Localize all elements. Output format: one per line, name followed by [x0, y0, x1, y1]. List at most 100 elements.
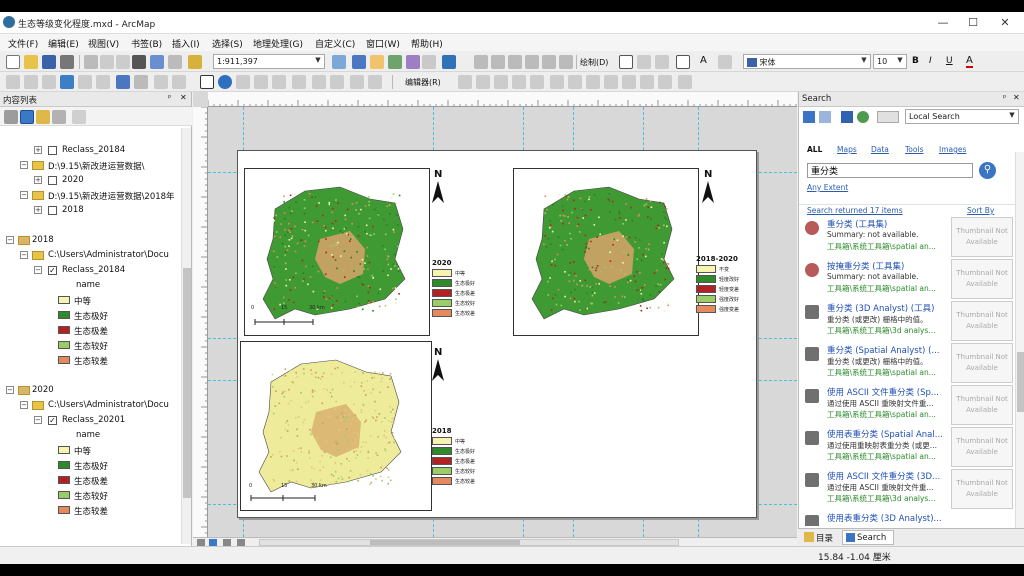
north-arrow-icon[interactable] — [430, 359, 446, 383]
legend-swatch[interactable] — [58, 446, 70, 454]
collapse-minus-icon[interactable]: − — [34, 416, 42, 424]
list-by-source-icon[interactable] — [20, 110, 34, 124]
measure-icon[interactable] — [254, 75, 268, 89]
zoom-whole-page-icon[interactable] — [525, 55, 539, 69]
legend-class-row[interactable]: 中等 — [0, 444, 180, 457]
legend-class-row[interactable]: 生态较差 — [0, 354, 180, 367]
search-result-item[interactable]: 使用 ASCII 文件重分类 (3D... 通过使用 ASCII 重映射文件重..… — [799, 468, 949, 510]
legend-swatch[interactable] — [58, 296, 70, 304]
menu-customize[interactable]: 自定义(C) — [315, 37, 355, 50]
result-title[interactable]: 重分类 (工具集) — [827, 218, 949, 230]
zoom-in-icon[interactable] — [6, 75, 20, 89]
layer-visibility-checkbox[interactable]: ✓ — [48, 266, 57, 275]
undo-icon[interactable] — [150, 55, 164, 69]
horizontal-scrollbar[interactable] — [259, 539, 679, 546]
chevron-down-icon[interactable]: ▼ — [313, 56, 323, 67]
toc-scroll-thumb[interactable] — [183, 268, 191, 498]
chevron-down-icon[interactable]: ▼ — [859, 56, 869, 67]
legend-class-row[interactable]: 生态极好 — [0, 309, 180, 322]
paste-icon[interactable] — [116, 55, 130, 69]
legend-class-row[interactable]: 中等 — [0, 294, 180, 307]
menu-selection[interactable]: 选择(S) — [212, 37, 243, 50]
select-elements-arrow-icon[interactable] — [200, 75, 214, 89]
toc-layer-row[interactable]: + 2018 — [0, 204, 180, 217]
time-slider-icon[interactable] — [312, 75, 326, 89]
legend-swatch[interactable] — [58, 491, 70, 499]
select-elements-icon[interactable] — [619, 55, 633, 69]
layout-page[interactable]: 0 15 30 km N 2020 中等 生态极好 生态极差 生态较好 生态较差 N — [237, 150, 757, 518]
text-tool[interactable]: A — [700, 55, 707, 66]
legend-swatch[interactable] — [58, 506, 70, 514]
toc-layer-row[interactable]: − ✓ Reclass_20201 — [0, 414, 180, 427]
result-title[interactable]: 使用 ASCII 文件重分类 (Sp... — [827, 386, 949, 398]
data-frame-change-map[interactable] — [513, 168, 699, 336]
menu-windows[interactable]: 窗口(W) — [366, 37, 400, 50]
search-input[interactable] — [807, 163, 973, 178]
rotate-edit-icon[interactable] — [622, 75, 636, 89]
sort-by-button[interactable]: Sort By — [967, 206, 994, 215]
result-title[interactable]: 使用 ASCII 文件重分类 (3D... — [827, 470, 949, 482]
search-result-item[interactable]: 使用表重分类 (3D Analyst)... — [799, 510, 949, 526]
toc-layer-row[interactable]: − ✓ Reclass_20184 — [0, 264, 180, 277]
create-features-icon[interactable] — [678, 75, 692, 89]
north-arrow-icon[interactable] — [700, 181, 716, 205]
menu-edit[interactable]: 编辑(E) — [48, 37, 79, 50]
close-button[interactable]: ✕ — [990, 14, 1020, 32]
menu-help[interactable]: 帮助(H) — [411, 37, 443, 50]
collapse-minus-icon[interactable]: − — [34, 266, 42, 274]
toc-folder-row[interactable]: − C:\Users\Administrator\Docu — [0, 249, 180, 262]
chevron-down-icon[interactable]: ▼ — [895, 56, 905, 67]
tab-maps[interactable]: Maps — [837, 145, 857, 154]
layout-view[interactable]: 0 15 30 km N 2020 中等 生态极好 生态极差 生态较好 生态较差 N — [193, 92, 797, 546]
legend-class-row[interactable]: 生态较好 — [0, 489, 180, 502]
tab-search-active[interactable]: Search — [842, 530, 894, 545]
full-extent-icon[interactable] — [60, 75, 74, 89]
add-data-icon[interactable] — [188, 55, 202, 69]
pin-icon[interactable]: ᵖ — [168, 93, 171, 102]
layer-visibility-checkbox[interactable] — [48, 206, 57, 215]
toc-folder-row[interactable]: − D:\9.15\新改进运营数据\2018年 — [0, 189, 180, 202]
sketch-properties-icon[interactable] — [658, 75, 672, 89]
list-by-selection-icon[interactable] — [52, 110, 66, 124]
horizontal-scroll-thumb[interactable] — [370, 540, 520, 545]
collapse-minus-icon[interactable]: − — [20, 251, 28, 259]
tab-images[interactable]: Images — [939, 145, 966, 154]
edit-vertices-icon[interactable] — [550, 75, 564, 89]
zoom-out-icon[interactable] — [24, 75, 38, 89]
legend-2020[interactable]: 2020 中等 生态极好 生态极差 生态较好 生态较差 — [432, 259, 492, 339]
underline-button[interactable]: U — [946, 56, 953, 66]
create-viewer-icon[interactable] — [330, 75, 344, 89]
toc-folder-row[interactable]: − C:\Users\Administrator\Docu — [0, 399, 180, 412]
result-title[interactable]: 重分类 (Spatial Analyst) (... — [827, 344, 949, 356]
italic-button[interactable]: I — [929, 56, 932, 66]
tab-data[interactable]: Data — [871, 145, 889, 154]
data-frame-2018-map[interactable]: 0 15 30 km — [240, 341, 432, 511]
legend-swatch[interactable] — [58, 356, 70, 364]
data-frame-2020[interactable]: − 2020 — [0, 384, 180, 397]
layout-pan-icon[interactable] — [508, 55, 522, 69]
maximize-button[interactable]: ☐ — [958, 14, 988, 32]
toc-folder-row[interactable]: − D:\9.15\新改进运营数据\ — [0, 159, 180, 172]
menu-file[interactable]: 文件(F) — [8, 37, 38, 50]
toc-window-icon[interactable] — [352, 55, 366, 69]
legend-class-row[interactable]: 生态较好 — [0, 339, 180, 352]
legend-class-row[interactable]: 生态极差 — [0, 474, 180, 487]
data-frame-2018[interactable]: − 2018 — [0, 234, 180, 247]
list-by-drawing-order-icon[interactable] — [4, 110, 18, 124]
identify-icon[interactable] — [218, 75, 232, 89]
fixed-zoom-out-icon[interactable] — [96, 75, 110, 89]
menu-insert[interactable]: 插入(I) — [172, 37, 200, 50]
save-icon[interactable] — [42, 55, 56, 69]
back-extent-icon[interactable] — [116, 75, 130, 89]
trace-icon[interactable] — [530, 75, 544, 89]
split-icon[interactable] — [604, 75, 618, 89]
legend-class-row[interactable]: 生态较差 — [0, 504, 180, 517]
edit-annotation-icon[interactable] — [476, 75, 490, 89]
search-result-item[interactable]: 使用 ASCII 文件重分类 (Sp... 通过使用 ASCII 重映射文件重..… — [799, 384, 949, 426]
legend-2018-2020[interactable]: 2018-2020 不变 轻度改好 轻度变差 强度改好 强度变差 — [696, 255, 758, 341]
draw-menu[interactable]: 绘制(D) — [580, 57, 608, 68]
map-scale-combo[interactable]: 1:911,397 ▼ — [213, 54, 325, 69]
expand-plus-icon[interactable]: + — [34, 176, 42, 184]
search-window-icon[interactable] — [388, 55, 402, 69]
collapse-minus-icon[interactable]: − — [6, 386, 14, 394]
